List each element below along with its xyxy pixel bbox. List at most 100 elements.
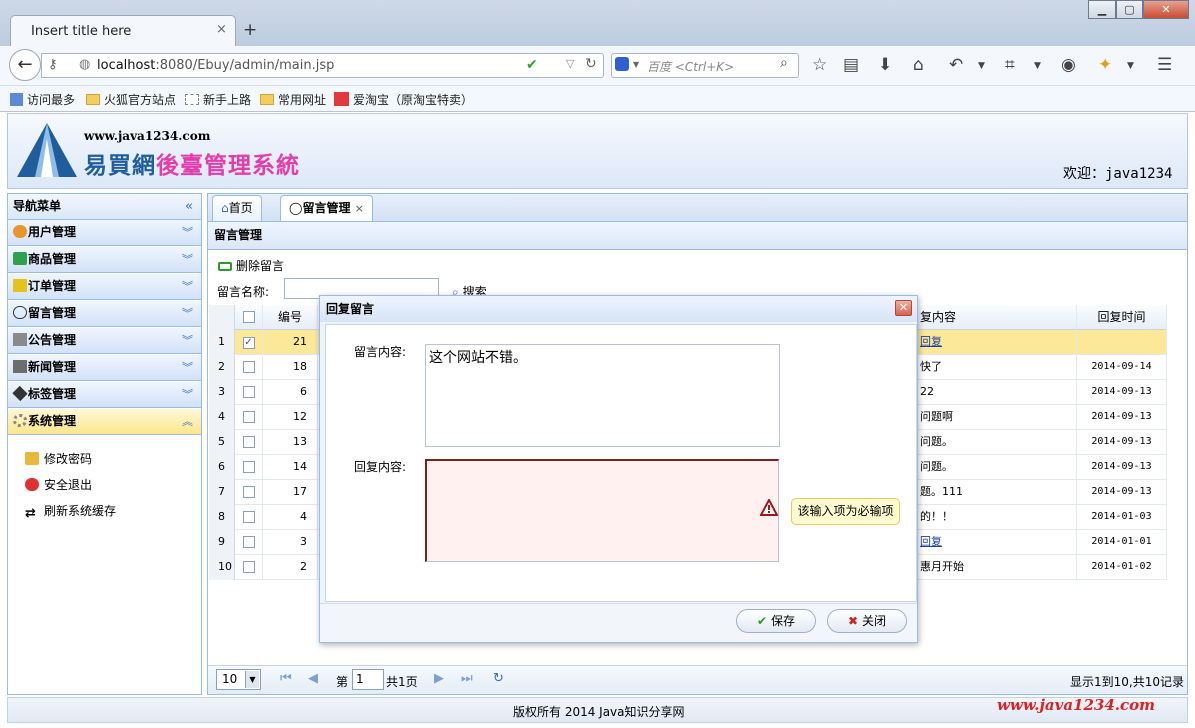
first-page-icon[interactable]: ⏮	[280, 671, 292, 686]
star-icon[interactable]: ☆	[812, 55, 827, 75]
page-number-input[interactable]: 1	[352, 669, 384, 690]
bookmark-most-visited[interactable]: 访问最多	[10, 91, 75, 108]
row-checkbox[interactable]	[235, 480, 263, 505]
tab-close-icon[interactable]: ×	[355, 202, 364, 215]
row-checkbox[interactable]	[235, 380, 263, 405]
bookmark-getting-started[interactable]: 新手上路	[185, 91, 251, 108]
undo-dropdown-icon[interactable]: ▼	[978, 61, 985, 71]
users-icon	[13, 225, 27, 238]
maximize-button[interactable]: ▢	[1116, 0, 1143, 19]
tab-comments[interactable]: ◯留言管理 ×	[280, 195, 373, 222]
cell-time: 2014-09-13	[1077, 455, 1167, 480]
reading-list-icon[interactable]: ▤	[843, 55, 859, 75]
reply-textarea[interactable]	[425, 459, 779, 562]
menu-icon[interactable]: ☰	[1157, 55, 1172, 75]
back-button[interactable]: ←	[9, 49, 41, 81]
save-button[interactable]: ✔ 保存	[736, 609, 816, 633]
row-checkbox[interactable]	[235, 455, 263, 480]
row-number: 2	[209, 355, 235, 380]
cell-id: 3	[263, 530, 318, 555]
search-icon[interactable]: ⌕	[780, 55, 788, 71]
watermark: www.java1234.com	[997, 696, 1156, 714]
cell-id: 21	[263, 330, 318, 355]
browser-tab[interactable]: Insert title here ×	[10, 15, 236, 48]
close-button[interactable]: ✖ 关闭	[827, 609, 907, 633]
undo-icon[interactable]: ↶	[949, 55, 963, 75]
crop-icon[interactable]: ⌗	[1005, 55, 1015, 75]
addon-dropdown-icon[interactable]: ▼	[1127, 61, 1134, 71]
reply-link[interactable]: 回复	[920, 535, 942, 548]
row-checkbox[interactable]	[235, 405, 263, 430]
crop-dropdown-icon[interactable]: ▼	[1034, 61, 1041, 71]
cell-id: 6	[263, 380, 318, 405]
home-icon[interactable]: ⌂	[913, 55, 924, 75]
tab-home[interactable]: ⌂首页	[212, 195, 262, 222]
cell-time	[1077, 330, 1167, 355]
nav-item-users[interactable]: 用户管理 ︾	[8, 220, 201, 246]
dialog-close-icon[interactable]: ✕	[895, 300, 912, 316]
page-prefix: 第	[336, 675, 349, 689]
minimize-button[interactable]: ▁	[1088, 0, 1116, 19]
cell-time: 2014-09-14	[1077, 355, 1167, 380]
baidu-icon	[615, 57, 629, 71]
reload-icon[interactable]: ↻	[585, 56, 597, 72]
nav-item-notices[interactable]: 公告管理 ︾	[8, 328, 201, 354]
row-checkbox[interactable]	[235, 430, 263, 455]
key-icon: ⚷	[48, 57, 58, 72]
content-textarea[interactable]: 这个网站不错。	[425, 344, 780, 447]
bookmark-aitaobao[interactable]: 爱淘宝（原淘宝特卖）	[334, 91, 473, 108]
url-text[interactable]: localhost:8080/Ebuy/admin/main.jsp	[97, 58, 334, 73]
header-id[interactable]: 编号	[263, 305, 318, 330]
addon-icon[interactable]: ✦	[1098, 55, 1112, 75]
nav-item-system[interactable]: 系统管理 ︽	[8, 409, 201, 435]
expand-icon: ︾	[182, 388, 193, 401]
cell-reply: 惠月开始	[919, 555, 1077, 580]
collapse-icon[interactable]: «	[185, 194, 193, 219]
next-page-icon[interactable]: ▶	[434, 671, 444, 686]
search-placeholder[interactable]: 百度 <Ctrl+K>	[647, 58, 734, 75]
dropdown-icon[interactable]: ▽	[566, 57, 574, 70]
nav-item-news[interactable]: 新闻管理 ︾	[8, 355, 201, 381]
folder-icon	[260, 94, 274, 105]
nav-item-orders[interactable]: 订单管理 ︾	[8, 274, 201, 300]
row-checkbox[interactable]	[235, 555, 263, 580]
header-checkbox[interactable]	[235, 305, 263, 330]
delete-comment-button[interactable]: 删除留言	[218, 257, 284, 274]
expand-icon: ︾	[182, 280, 193, 293]
engine-dropdown-icon[interactable]: ▼	[633, 60, 639, 69]
nav-item-tags[interactable]: 标签管理 ︾	[8, 382, 201, 408]
header-time[interactable]: 回复时间	[1077, 305, 1167, 330]
window-close-button[interactable]: ✕	[1143, 0, 1189, 19]
tab-close-icon[interactable]: ×	[216, 22, 227, 37]
sub-item-logout[interactable]: 安全退出	[25, 476, 92, 493]
reply-text: 题。111	[920, 485, 963, 498]
sub-item-refresh-cache[interactable]: ⇄ 刷新系统缓存	[25, 502, 116, 520]
cell-reply: 快了	[919, 355, 1077, 380]
header-reply[interactable]: 复内容	[919, 305, 1077, 330]
bookmark-firefox[interactable]: 火狐官方站点	[86, 91, 176, 108]
chevron-down-icon[interactable]: ▼	[245, 671, 259, 688]
page-size-select[interactable]: 10 ▼	[216, 669, 261, 690]
chat-icon[interactable]: ◉	[1061, 55, 1076, 75]
prev-page-icon[interactable]: ◀	[308, 671, 318, 686]
bookmark-common-sites[interactable]: 常用网址	[260, 91, 326, 108]
expand-icon: ︾	[182, 361, 193, 374]
nav-item-comments[interactable]: 留言管理 ︾	[8, 301, 201, 327]
row-checkbox[interactable]: ✓	[235, 330, 263, 355]
sub-item-change-password[interactable]: 修改密码	[25, 450, 92, 467]
nav-item-goods[interactable]: 商品管理 ︾	[8, 247, 201, 273]
cell-reply[interactable]: 回复	[919, 530, 1077, 555]
cell-time: 2014-01-01	[1077, 530, 1167, 555]
row-number: 3	[209, 380, 235, 405]
reply-link[interactable]: 回复	[920, 335, 942, 348]
row-checkbox[interactable]	[235, 505, 263, 530]
download-icon[interactable]: ⬇	[878, 55, 892, 75]
cell-reply[interactable]: 回复	[919, 330, 1077, 355]
new-tab-button[interactable]: +	[243, 20, 257, 40]
last-page-icon[interactable]: ⏭	[461, 671, 473, 686]
row-checkbox[interactable]	[235, 530, 263, 555]
row-checkbox[interactable]	[235, 355, 263, 380]
row-number: 10	[209, 555, 235, 580]
refresh-icon[interactable]: ↻	[493, 671, 504, 686]
reply-text: 的！！	[920, 510, 953, 523]
